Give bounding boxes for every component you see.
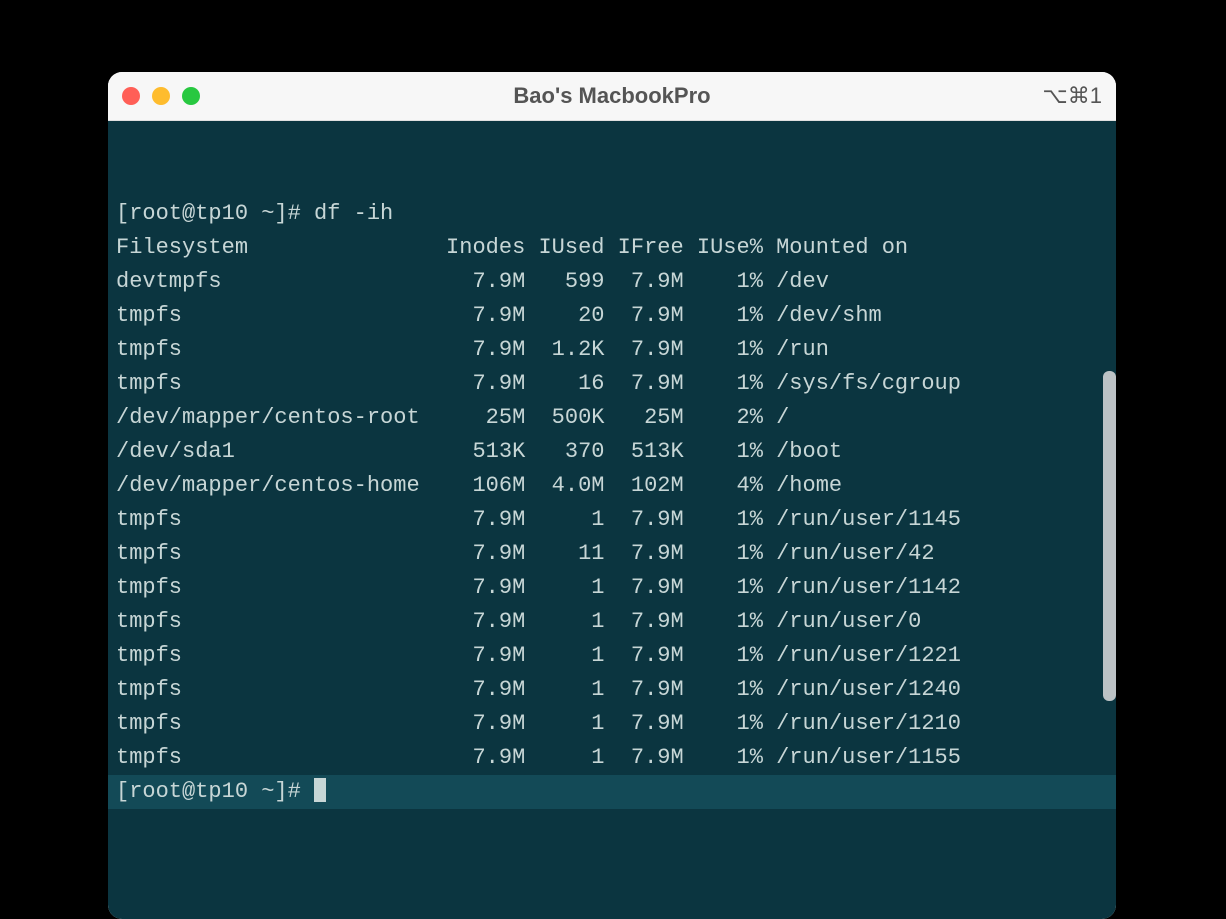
df-row: devtmpfs 7.9M 599 7.9M 1% /dev bbox=[116, 265, 1112, 299]
df-row: /dev/mapper/centos-root 25M 500K 25M 2% … bbox=[116, 401, 1112, 435]
df-row: /dev/mapper/centos-home 106M 4.0M 102M 4… bbox=[116, 469, 1112, 503]
window-controls bbox=[122, 87, 200, 105]
close-icon[interactable] bbox=[122, 87, 140, 105]
cursor-icon bbox=[314, 778, 326, 802]
df-row: tmpfs 7.9M 1 7.9M 1% /run/user/1145 bbox=[116, 503, 1112, 537]
df-row: tmpfs 7.9M 1.2K 7.9M 1% /run bbox=[116, 333, 1112, 367]
df-row: tmpfs 7.9M 11 7.9M 1% /run/user/42 bbox=[116, 537, 1112, 571]
df-row: tmpfs 7.9M 1 7.9M 1% /run/user/1210 bbox=[116, 707, 1112, 741]
scrollbar[interactable] bbox=[1103, 371, 1116, 701]
maximize-icon[interactable] bbox=[182, 87, 200, 105]
minimize-icon[interactable] bbox=[152, 87, 170, 105]
df-row: tmpfs 7.9M 1 7.9M 1% /run/user/1155 bbox=[116, 741, 1112, 775]
df-row: tmpfs 7.9M 16 7.9M 1% /sys/fs/cgroup bbox=[116, 367, 1112, 401]
df-row: tmpfs 7.9M 1 7.9M 1% /run/user/1221 bbox=[116, 639, 1112, 673]
window-title: Bao's MacbookPro bbox=[108, 83, 1116, 109]
titlebar[interactable]: Bao's MacbookPro ⌥⌘1 bbox=[108, 72, 1116, 121]
df-row: tmpfs 7.9M 1 7.9M 1% /run/user/1142 bbox=[116, 571, 1112, 605]
df-row: tmpfs 7.9M 1 7.9M 1% /run/user/0 bbox=[116, 605, 1112, 639]
terminal-output[interactable]: [root@tp10 ~]# df -ihFilesystem Inodes I… bbox=[108, 121, 1116, 919]
df-row: tmpfs 7.9M 20 7.9M 1% /dev/shm bbox=[116, 299, 1112, 333]
terminal-window: Bao's MacbookPro ⌥⌘1 [root@tp10 ~]# df -… bbox=[108, 72, 1116, 919]
shortcut-hint: ⌥⌘1 bbox=[1042, 83, 1102, 109]
prompt-line[interactable]: [root@tp10 ~]# bbox=[108, 775, 1116, 809]
prompt-line: [root@tp10 ~]# df -ih bbox=[116, 197, 1112, 231]
df-row: /dev/sda1 513K 370 513K 1% /boot bbox=[116, 435, 1112, 469]
df-row: tmpfs 7.9M 1 7.9M 1% /run/user/1240 bbox=[116, 673, 1112, 707]
df-header: Filesystem Inodes IUsed IFree IUse% Moun… bbox=[116, 231, 1112, 265]
